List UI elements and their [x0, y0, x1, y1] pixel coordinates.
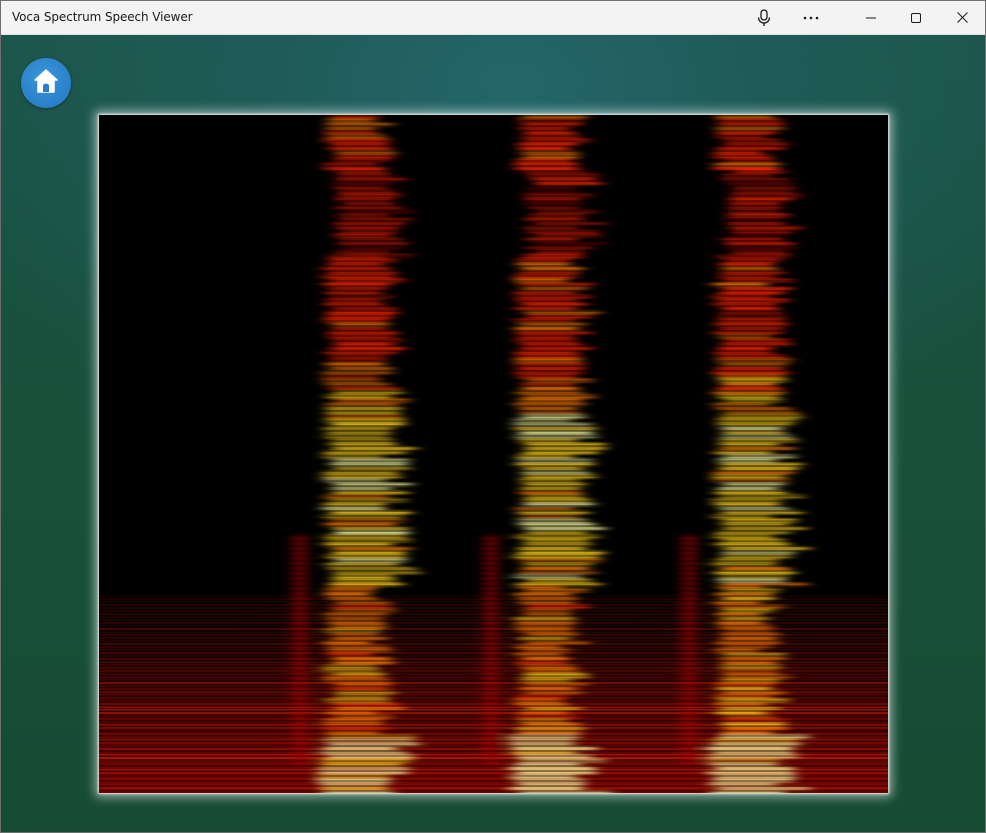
title-bar[interactable]: Voca Spectrum Speech Viewer — [1, 1, 985, 35]
microphone-icon — [757, 8, 771, 27]
close-icon — [956, 12, 968, 23]
spectrogram-display — [99, 115, 888, 793]
window-title: Voca Spectrum Speech Viewer — [12, 10, 193, 24]
maximize-button[interactable] — [893, 1, 939, 34]
more-options-button[interactable] — [788, 1, 834, 34]
app-window: Voca Spectrum Speech Viewer — [0, 0, 986, 833]
home-icon — [32, 67, 60, 100]
maximize-icon — [911, 12, 921, 23]
more-options-icon — [803, 16, 819, 20]
spectrogram-canvas — [99, 115, 888, 793]
minimize-button[interactable] — [848, 1, 894, 34]
home-button[interactable] — [21, 58, 71, 108]
main-content — [1, 35, 985, 832]
minimize-icon — [866, 13, 876, 23]
close-button[interactable] — [939, 1, 985, 34]
microphone-button[interactable] — [741, 1, 787, 34]
